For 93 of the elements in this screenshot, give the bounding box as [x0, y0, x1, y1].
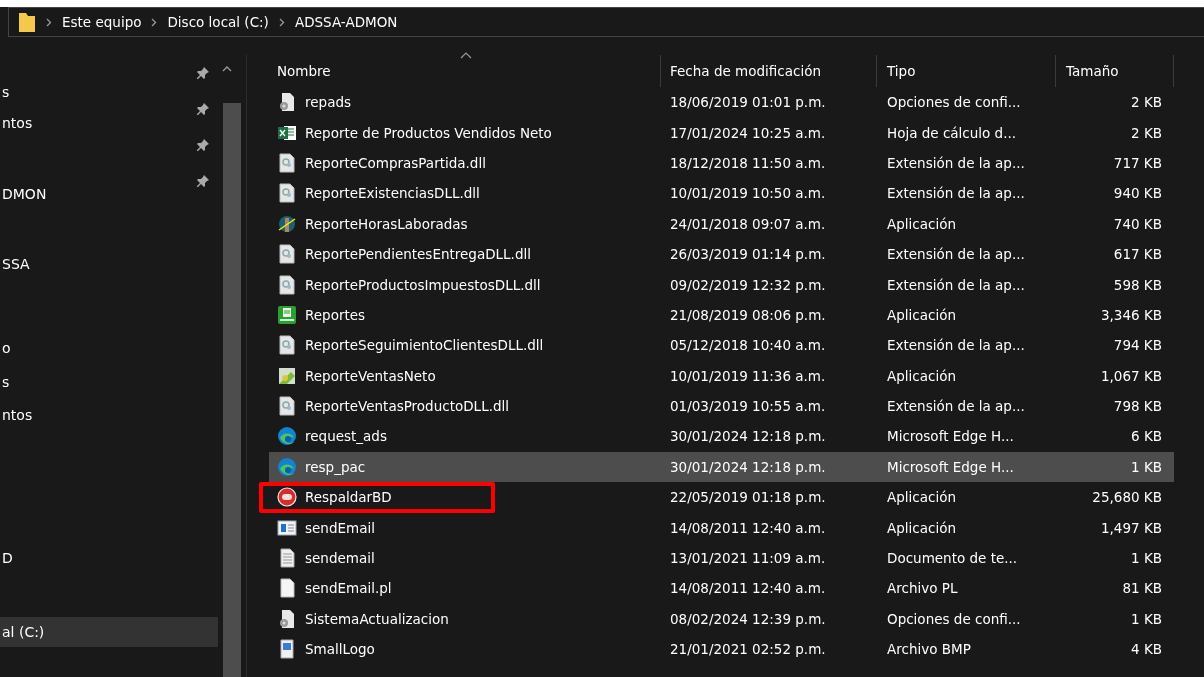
table-cell-text: 25,680 KB [1091, 489, 1163, 506]
table-cell-text: 01/03/2019 10:55 a.m. [669, 398, 827, 415]
table-cell-text: Hoja de cálculo d... [886, 124, 1018, 141]
table-cell-text: Opciones de confi... [886, 94, 1022, 111]
table-cell-text: 10/01/2019 11:36 a.m. [669, 367, 827, 384]
table-cell-text: 30/01/2024 12:18 p.m. [669, 428, 827, 445]
file-name[interactable]: resp_pac [305, 458, 366, 475]
column-header[interactable]: Tamaño [1056, 55, 1174, 87]
table-cell-text: Extensión de la ap... [886, 246, 1026, 263]
table-cell-text: 30/01/2024 12:18 p.m. [669, 458, 827, 475]
address-bar[interactable]: Este equipo Disco local (C:) ADSSA-ADMON [8, 7, 1204, 37]
sidebar-item[interactable]: s [0, 367, 218, 397]
sidebar-item[interactable]: ntos [0, 400, 218, 430]
column-header[interactable]: Fecha de modificación [661, 55, 877, 87]
sidebar-item[interactable]: al (C:) [0, 617, 218, 647]
table-cell-text: 4 KB [1130, 641, 1163, 658]
table-cell-text: Extensión de la ap... [886, 185, 1026, 202]
file-name[interactable]: request_ads [305, 428, 387, 445]
table-cell-text: 26/03/2019 01:14 p.m. [669, 246, 827, 263]
breadcrumb-item[interactable]: Este equipo [62, 14, 142, 30]
table-cell-text: 22/05/2019 01:18 p.m. [669, 489, 827, 506]
table-cell-text: 17/01/2024 10:25 a.m. [669, 124, 827, 141]
file-name[interactable]: ReporteHorasLaboradas [305, 215, 468, 232]
table-cell-text: 09/02/2019 12:32 p.m. [669, 276, 827, 293]
table-cell-text: 617 KB [1112, 246, 1163, 263]
file-name[interactable]: sendEmail.pl [305, 580, 392, 597]
table-cell-text: 940 KB [1112, 185, 1163, 202]
table-cell-text: Aplicación [886, 215, 957, 232]
table-cell-text: 1 KB [1130, 610, 1163, 627]
table-cell-text: 21/01/2021 02:52 p.m. [669, 641, 827, 658]
table-cell-text: 81 KB [1121, 580, 1163, 597]
table-cell-text: 18/06/2019 01:01 p.m. [669, 94, 827, 111]
table-cell-text: 24/01/2018 09:07 a.m. [669, 215, 827, 232]
sidebar-item[interactable]: DMON [0, 179, 218, 209]
table-cell-text: Archivo PL [886, 580, 959, 597]
file-name[interactable]: ReportePendientesEntregaDLL.dll [305, 246, 531, 263]
sidebar-item[interactable]: SSA [0, 249, 218, 279]
table-cell-text: 18/12/2018 11:50 a.m. [669, 154, 827, 171]
file-name[interactable]: ReporteProductosImpuestosDLL.dll [305, 276, 541, 293]
table-cell-text: Extensión de la ap... [886, 337, 1026, 354]
table-cell-text: Extensión de la ap... [886, 154, 1026, 171]
table-cell-text: Extensión de la ap... [886, 276, 1026, 293]
table-cell-text: 10/01/2019 10:50 a.m. [669, 185, 827, 202]
table-cell-text: Microsoft Edge H... [886, 428, 1015, 445]
table-cell-text: Microsoft Edge H... [886, 458, 1015, 475]
table-cell-text: Extensión de la ap... [886, 398, 1026, 415]
table-cell-text: 794 KB [1112, 337, 1163, 354]
table-cell-text: Aplicación [886, 489, 957, 506]
file-name[interactable]: ReporteComprasPartida.dll [305, 154, 486, 171]
table-cell-text: 740 KB [1112, 215, 1163, 232]
sidebar-item[interactable]: D [0, 543, 218, 573]
file-name[interactable]: RespaldarBD [305, 489, 392, 506]
table-cell-text: 14/08/2011 12:40 a.m. [669, 580, 827, 597]
table-cell-text: Aplicación [886, 367, 957, 384]
file-name[interactable]: repads [305, 94, 351, 111]
table-cell-text: 6 KB [1130, 428, 1163, 445]
file-name[interactable]: ReporteVentasNeto [305, 367, 436, 384]
table-cell-text: 1,067 KB [1099, 367, 1163, 384]
table-cell-text: Documento de te... [886, 550, 1019, 567]
breadcrumb-item[interactable]: ADSSA-ADMON [294, 14, 398, 30]
file-name[interactable]: ReporteExistenciasDLL.dll [305, 185, 480, 202]
table-cell-text: 717 KB [1112, 154, 1163, 171]
table-cell-text: 1,497 KB [1099, 519, 1163, 536]
sidebar-item[interactable]: s [0, 77, 218, 107]
table-cell-text: 2 KB [1130, 94, 1163, 111]
column-header[interactable]: Tipo [877, 55, 1056, 87]
file-name[interactable]: SmallLogo [305, 641, 375, 658]
breadcrumb-item[interactable]: Disco local (C:) [167, 14, 269, 30]
table-cell-text: Archivo BMP [886, 641, 972, 658]
table-cell-text: 13/01/2021 11:09 a.m. [669, 550, 827, 567]
table-cell-text: 08/02/2024 12:39 p.m. [669, 610, 827, 627]
table-cell-text: Aplicación [886, 519, 957, 536]
table-cell-text: 598 KB [1112, 276, 1163, 293]
table-cell-text: 3,346 KB [1099, 306, 1163, 323]
file-name[interactable]: Reportes [305, 306, 366, 323]
table-cell-text: 1 KB [1130, 550, 1163, 567]
sidebar-item[interactable]: o [0, 333, 218, 363]
table-cell-text: Opciones de confi... [886, 610, 1022, 627]
file-name[interactable]: sendEmail [305, 519, 375, 536]
table-cell-text: 798 KB [1112, 398, 1163, 415]
table-cell-text: 14/08/2011 12:40 a.m. [669, 519, 827, 536]
table-cell-text: 2 KB [1130, 124, 1163, 141]
table-cell-text: 21/08/2019 08:06 p.m. [669, 306, 827, 323]
column-header[interactable]: Nombre [269, 55, 661, 87]
table-cell-text: 1 KB [1130, 458, 1163, 475]
table-cell-text: 05/12/2018 10:40 a.m. [669, 337, 827, 354]
file-name[interactable]: ReporteVentasProductoDLL.dll [305, 398, 510, 415]
file-name[interactable]: Reporte de Productos Vendidos Neto [305, 124, 552, 141]
file-name[interactable]: sendemail [305, 550, 375, 567]
file-name[interactable]: SistemaActualizacion [305, 610, 449, 627]
table-cell-text: Aplicación [886, 306, 957, 323]
sidebar-item[interactable]: ntos [0, 108, 218, 138]
file-name[interactable]: ReporteSeguimientoClientesDLL.dll [305, 337, 544, 354]
